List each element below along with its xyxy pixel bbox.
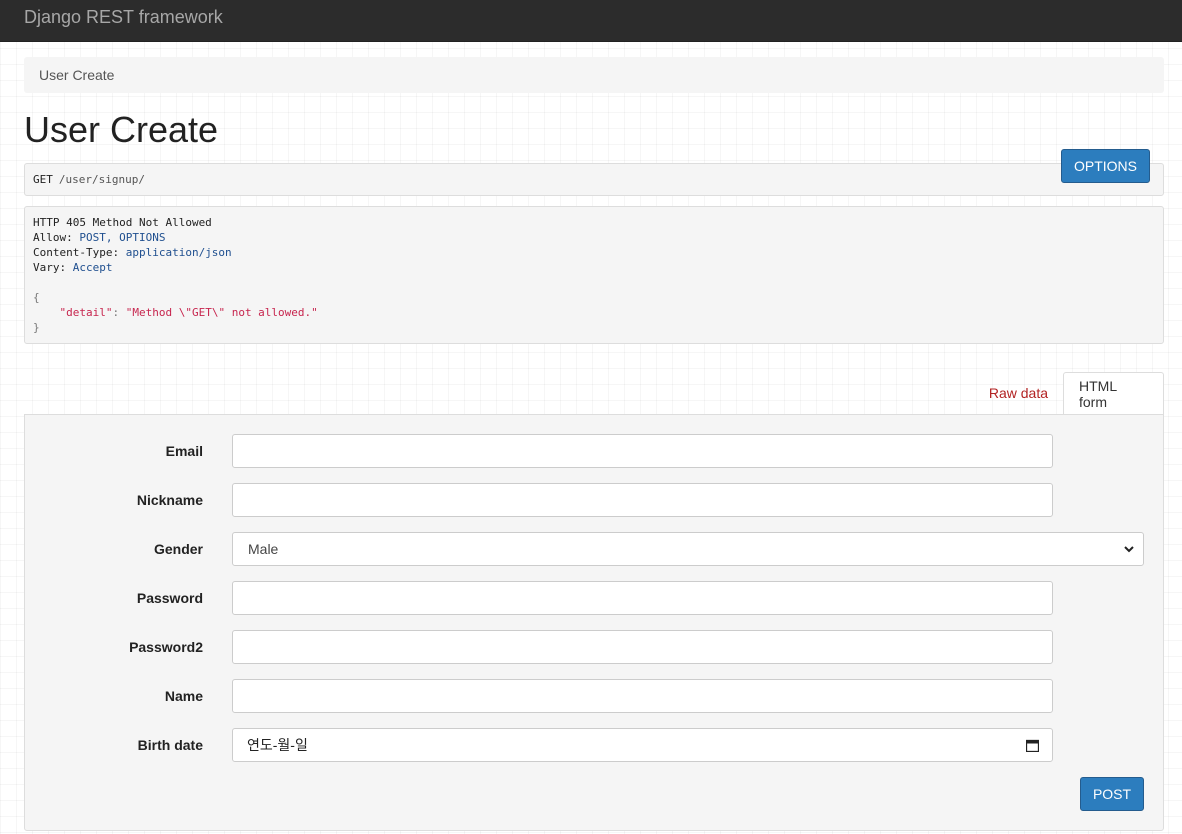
tab-raw-data[interactable]: Raw data <box>974 372 1063 414</box>
header-key: Allow: <box>33 231 73 244</box>
json-key: "detail" <box>59 306 113 319</box>
json-detail-line: "detail": "Method \"GET\" not allowed." <box>33 305 1155 320</box>
calendar-icon[interactable] <box>1026 739 1039 752</box>
request-method: GET <box>33 173 53 186</box>
page-header: User Create OPTIONS <box>24 93 1164 183</box>
header-value: application/json <box>125 246 232 259</box>
json-open-brace: { <box>33 291 40 304</box>
nickname-field[interactable] <box>232 483 1053 517</box>
html-form-panel: Email Nickname Gender Male Password Pass… <box>24 414 1164 831</box>
response-header-vary: Vary: Accept <box>33 260 1155 275</box>
name-field[interactable] <box>232 679 1053 713</box>
form-tabs: Raw data HTML form <box>24 372 1164 414</box>
request-url: /user/signup/ <box>58 173 145 186</box>
json-close-brace: } <box>33 321 40 334</box>
header-value: Accept <box>72 261 113 274</box>
password-label: Password <box>136 590 203 606</box>
request-info: GET /user/signup/ <box>24 163 1164 196</box>
brand-link[interactable]: Django REST framework <box>24 7 223 28</box>
email-label: Email <box>165 443 203 459</box>
form-row-nickname: Nickname <box>25 483 1163 517</box>
json-value: "Method \"GET\" not allowed." <box>125 306 318 319</box>
form-row-birth-date: Birth date 연도-월-일 <box>25 728 1163 762</box>
chevron-down-icon <box>1124 546 1134 553</box>
name-label: Name <box>164 688 203 704</box>
nickname-label: Nickname <box>136 492 203 508</box>
json-colon: : <box>112 306 126 319</box>
response-header-content-type: Content-Type: application/json <box>33 245 1155 260</box>
navbar: Django REST framework <box>0 0 1182 42</box>
header-key: Content-Type: <box>33 246 120 259</box>
breadcrumb-current[interactable]: User Create <box>39 67 114 83</box>
password2-label: Password2 <box>129 639 203 655</box>
header-value: POST, OPTIONS <box>79 231 166 244</box>
page-title: User Create <box>24 109 219 150</box>
response-status: HTTP 405 Method Not Allowed <box>33 216 212 229</box>
gender-select[interactable]: Male <box>232 532 1144 566</box>
options-button[interactable]: OPTIONS <box>1061 149 1150 183</box>
email-field[interactable] <box>232 434 1053 468</box>
birth-date-label: Birth date <box>137 737 203 753</box>
content-container: User Create User Create OPTIONS GET /use… <box>24 57 1164 831</box>
password-field[interactable] <box>232 581 1053 615</box>
post-button[interactable]: POST <box>1080 777 1144 811</box>
form-row-password: Password <box>25 581 1163 615</box>
form-row-name: Name <box>25 679 1163 713</box>
header-key: Vary: <box>33 261 67 274</box>
tab-html-form[interactable]: HTML form <box>1063 372 1164 414</box>
response-info: HTTP 405 Method Not Allowed Allow: POST,… <box>24 206 1164 344</box>
breadcrumb: User Create <box>24 57 1164 93</box>
birth-date-field[interactable]: 연도-월-일 <box>232 728 1053 762</box>
form-row-email: Email <box>25 434 1163 468</box>
gender-label: Gender <box>153 541 203 557</box>
birth-date-placeholder: 연도-월-일 <box>247 737 308 753</box>
gender-selected-value: Male <box>248 541 279 557</box>
response-header-allow: Allow: POST, OPTIONS <box>33 230 1155 245</box>
form-row-password2: Password2 <box>25 630 1163 664</box>
form-row-gender: Gender Male <box>25 532 1163 566</box>
password2-field[interactable] <box>232 630 1053 664</box>
